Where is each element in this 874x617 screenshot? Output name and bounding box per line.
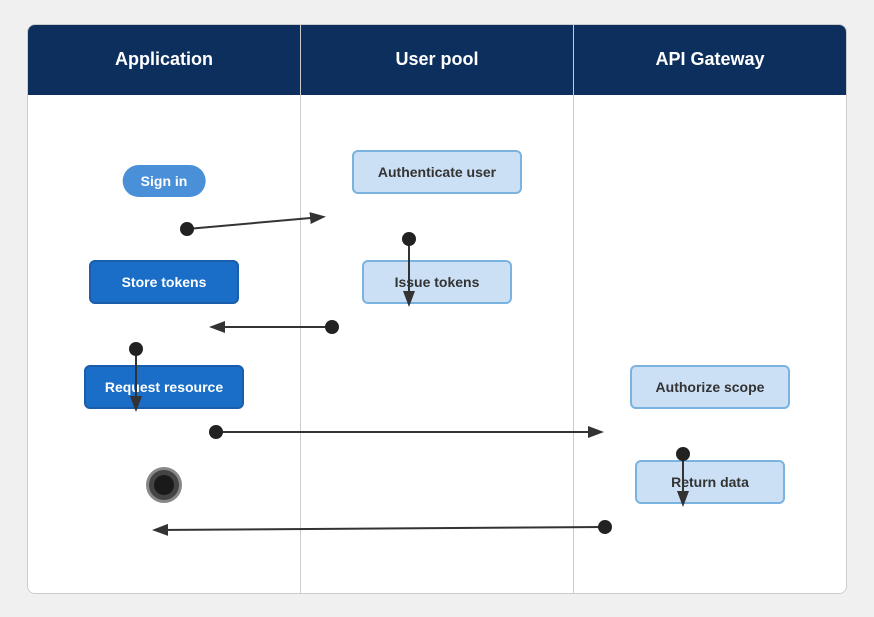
column-body-user-pool: Authenticate user Issue tokens [301,95,573,593]
column-label-api-gateway: API Gateway [655,49,764,70]
column-api-gateway: API Gateway Authorize scope Return data [574,25,846,593]
end-node [146,467,182,503]
store-tokens-label: Store tokens [122,274,207,290]
column-header-api-gateway: API Gateway [574,25,846,95]
column-application: Application Sign in Store tokens Request… [28,25,301,593]
issue-tokens-label: Issue tokens [395,274,480,290]
return-data-label: Return data [671,474,749,490]
sign-in-node: Sign in [123,165,206,197]
authorize-scope-label: Authorize scope [656,379,765,395]
authenticate-user-label: Authenticate user [378,164,496,180]
column-header-application: Application [28,25,300,95]
column-label-user-pool: User pool [395,49,478,70]
column-header-user-pool: User pool [301,25,573,95]
request-resource-node: Request resource [84,365,244,409]
authorize-scope-node: Authorize scope [630,365,790,409]
return-data-node: Return data [635,460,785,504]
store-tokens-node: Store tokens [89,260,239,304]
authenticate-user-node: Authenticate user [352,150,522,194]
sign-in-label: Sign in [141,173,188,189]
columns-wrapper: Application Sign in Store tokens Request… [28,25,846,593]
column-body-api-gateway: Authorize scope Return data [574,95,846,593]
end-node-inner [154,475,174,495]
diagram-container: Application Sign in Store tokens Request… [27,24,847,594]
column-label-application: Application [115,49,213,70]
column-user-pool: User pool Authenticate user Issue tokens [301,25,574,593]
request-resource-label: Request resource [105,379,223,395]
issue-tokens-node: Issue tokens [362,260,512,304]
column-body-application: Sign in Store tokens Request resource [28,95,300,593]
